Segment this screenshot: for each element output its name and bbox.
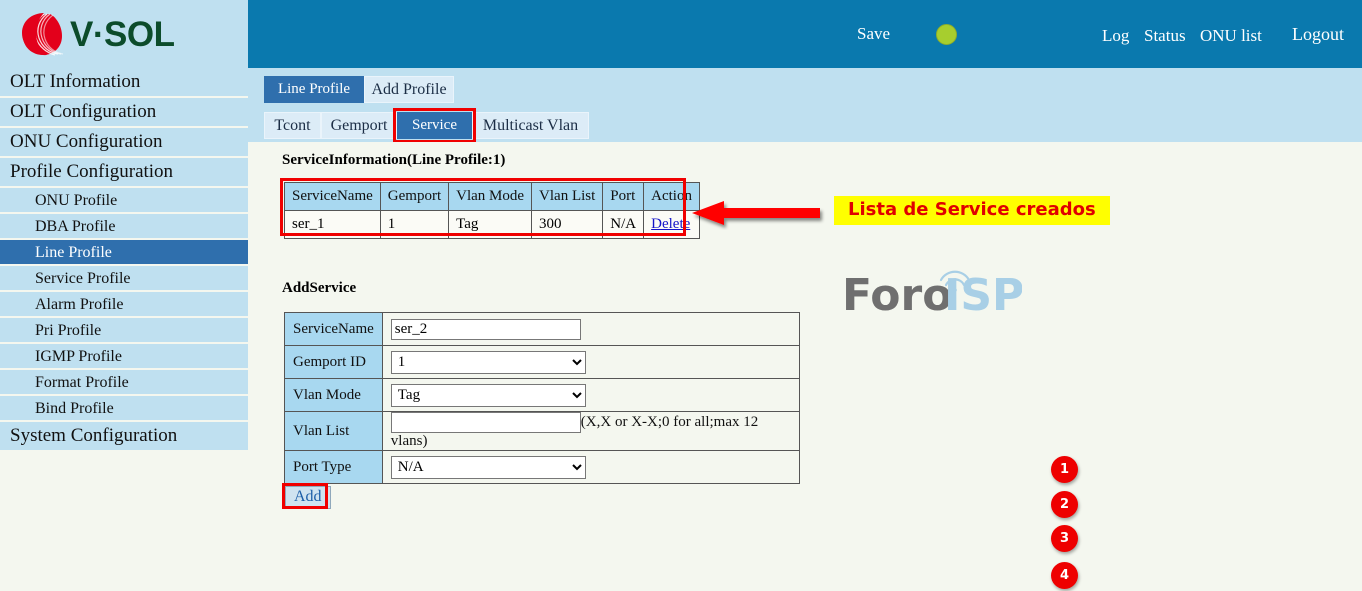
column-header-gemport: Gemport bbox=[380, 183, 448, 211]
label-port-type: Port Type bbox=[285, 451, 383, 484]
cell-vlan-list: 300 bbox=[532, 211, 603, 239]
form-row-gemport-id: Gemport ID 1 bbox=[285, 346, 800, 379]
tab-multicast-vlan[interactable]: Multicast Vlan bbox=[472, 112, 589, 139]
logout-button[interactable]: Logout bbox=[1292, 24, 1344, 45]
add-button[interactable]: Add bbox=[285, 486, 331, 509]
callout-lista-de-service-creados: Lista de Service creados bbox=[834, 196, 1110, 225]
sidebar-item-pri-profile[interactable]: Pri Profile bbox=[0, 318, 248, 344]
top-header: Save Log Status ONU list Logout bbox=[248, 0, 1362, 68]
sidebar-item-igmp-profile[interactable]: IGMP Profile bbox=[0, 344, 248, 370]
cell-port: N/A bbox=[603, 211, 644, 239]
column-header-vlan-list: Vlan List bbox=[532, 183, 603, 211]
gemport-id-select[interactable]: 1 bbox=[391, 351, 586, 374]
label-gemport-id: Gemport ID bbox=[285, 346, 383, 379]
vsol-globe-icon bbox=[20, 11, 64, 57]
add-service-form: ServiceName Gemport ID 1 Vlan Mode TagTr… bbox=[284, 312, 800, 484]
tab-add-profile[interactable]: Add Profile bbox=[364, 76, 454, 103]
add-service-title: AddService bbox=[282, 280, 356, 297]
tab-line-profile[interactable]: Line Profile bbox=[264, 76, 364, 103]
step-badge-4: 4 bbox=[1051, 562, 1078, 589]
step-badge-2: 2 bbox=[1051, 491, 1078, 518]
label-service-name: ServiceName bbox=[285, 313, 383, 346]
onu-list-link[interactable]: ONU list bbox=[1200, 26, 1262, 46]
vlan-list-input[interactable] bbox=[391, 412, 581, 433]
sidebar-item-dba-profile[interactable]: DBA Profile bbox=[0, 214, 248, 240]
brand-name: V·SOL bbox=[70, 17, 174, 52]
watermark-text-foro: Foro bbox=[842, 270, 952, 321]
label-vlan-mode: Vlan Mode bbox=[285, 379, 383, 412]
sidebar-item-format-profile[interactable]: Format Profile bbox=[0, 370, 248, 396]
tab-gemport[interactable]: Gemport bbox=[321, 112, 397, 139]
wifi-antenna-icon bbox=[941, 272, 969, 292]
form-row-vlan-list: Vlan List (X,X or X-X;0 for all;max 12 v… bbox=[285, 412, 800, 451]
cell-vlan-mode: Tag bbox=[449, 211, 532, 239]
log-link[interactable]: Log bbox=[1102, 26, 1129, 46]
brand-logo-bar: V·SOL bbox=[0, 0, 248, 68]
port-type-select[interactable]: N/AETHIPHOSTVEIP bbox=[391, 456, 586, 479]
table-row: ser_1 1 Tag 300 N/A Delete bbox=[285, 211, 700, 239]
foroisp-watermark: Foro ISP bbox=[842, 266, 1022, 321]
sidebar-item-system-configuration[interactable]: System Configuration bbox=[0, 422, 248, 452]
status-dot-icon bbox=[936, 24, 957, 45]
save-button[interactable]: Save bbox=[857, 24, 890, 44]
cell-gemport: 1 bbox=[380, 211, 448, 239]
column-header-port: Port bbox=[603, 183, 644, 211]
sidebar-item-olt-configuration[interactable]: OLT Configuration bbox=[0, 98, 248, 128]
cell-service-name: ser_1 bbox=[285, 211, 381, 239]
tab-service[interactable]: Service bbox=[397, 112, 472, 139]
sidebar-item-profile-configuration[interactable]: Profile Configuration bbox=[0, 158, 248, 188]
service-information-table: ServiceName Gemport Vlan Mode Vlan List … bbox=[284, 182, 700, 239]
service-name-input[interactable] bbox=[391, 319, 581, 340]
tab-tcont[interactable]: Tcont bbox=[264, 112, 321, 139]
step-badge-3: 3 bbox=[1051, 525, 1078, 552]
column-header-service-name: ServiceName bbox=[285, 183, 381, 211]
vlan-mode-select[interactable]: TagTransparentTranslationQinQ bbox=[391, 384, 586, 407]
form-row-port-type: Port Type N/AETHIPHOSTVEIP bbox=[285, 451, 800, 484]
sidebar: V·SOL OLT Information OLT Configuration … bbox=[0, 0, 248, 591]
step-badge-1: 1 bbox=[1051, 456, 1078, 483]
sidebar-item-onu-profile[interactable]: ONU Profile bbox=[0, 188, 248, 214]
service-information-title: ServiceInformation(Line Profile:1) bbox=[282, 152, 505, 169]
status-link[interactable]: Status bbox=[1144, 26, 1186, 46]
page-root: V·SOL OLT Information OLT Configuration … bbox=[0, 0, 1362, 591]
sidebar-item-line-profile[interactable]: Line Profile bbox=[0, 240, 248, 266]
label-vlan-list: Vlan List bbox=[285, 412, 383, 451]
brand-logo: V·SOL bbox=[20, 11, 174, 57]
delete-link[interactable]: Delete bbox=[651, 216, 690, 232]
sidebar-item-bind-profile[interactable]: Bind Profile bbox=[0, 396, 248, 422]
left-arrow-icon bbox=[690, 198, 830, 230]
sidebar-item-alarm-profile[interactable]: Alarm Profile bbox=[0, 292, 248, 318]
sidebar-item-olt-information[interactable]: OLT Information bbox=[0, 68, 248, 98]
sidebar-item-service-profile[interactable]: Service Profile bbox=[0, 266, 248, 292]
form-row-vlan-mode: Vlan Mode TagTransparentTranslationQinQ bbox=[285, 379, 800, 412]
sidebar-item-onu-configuration[interactable]: ONU Configuration bbox=[0, 128, 248, 158]
form-row-service-name: ServiceName bbox=[285, 313, 800, 346]
tab-strip-area: Line Profile Add Profile Tcont Gemport S… bbox=[248, 68, 1362, 142]
watermark-text-isp: ISP bbox=[944, 270, 1022, 321]
table-header-row: ServiceName Gemport Vlan Mode Vlan List … bbox=[285, 183, 700, 211]
column-header-vlan-mode: Vlan Mode bbox=[449, 183, 532, 211]
